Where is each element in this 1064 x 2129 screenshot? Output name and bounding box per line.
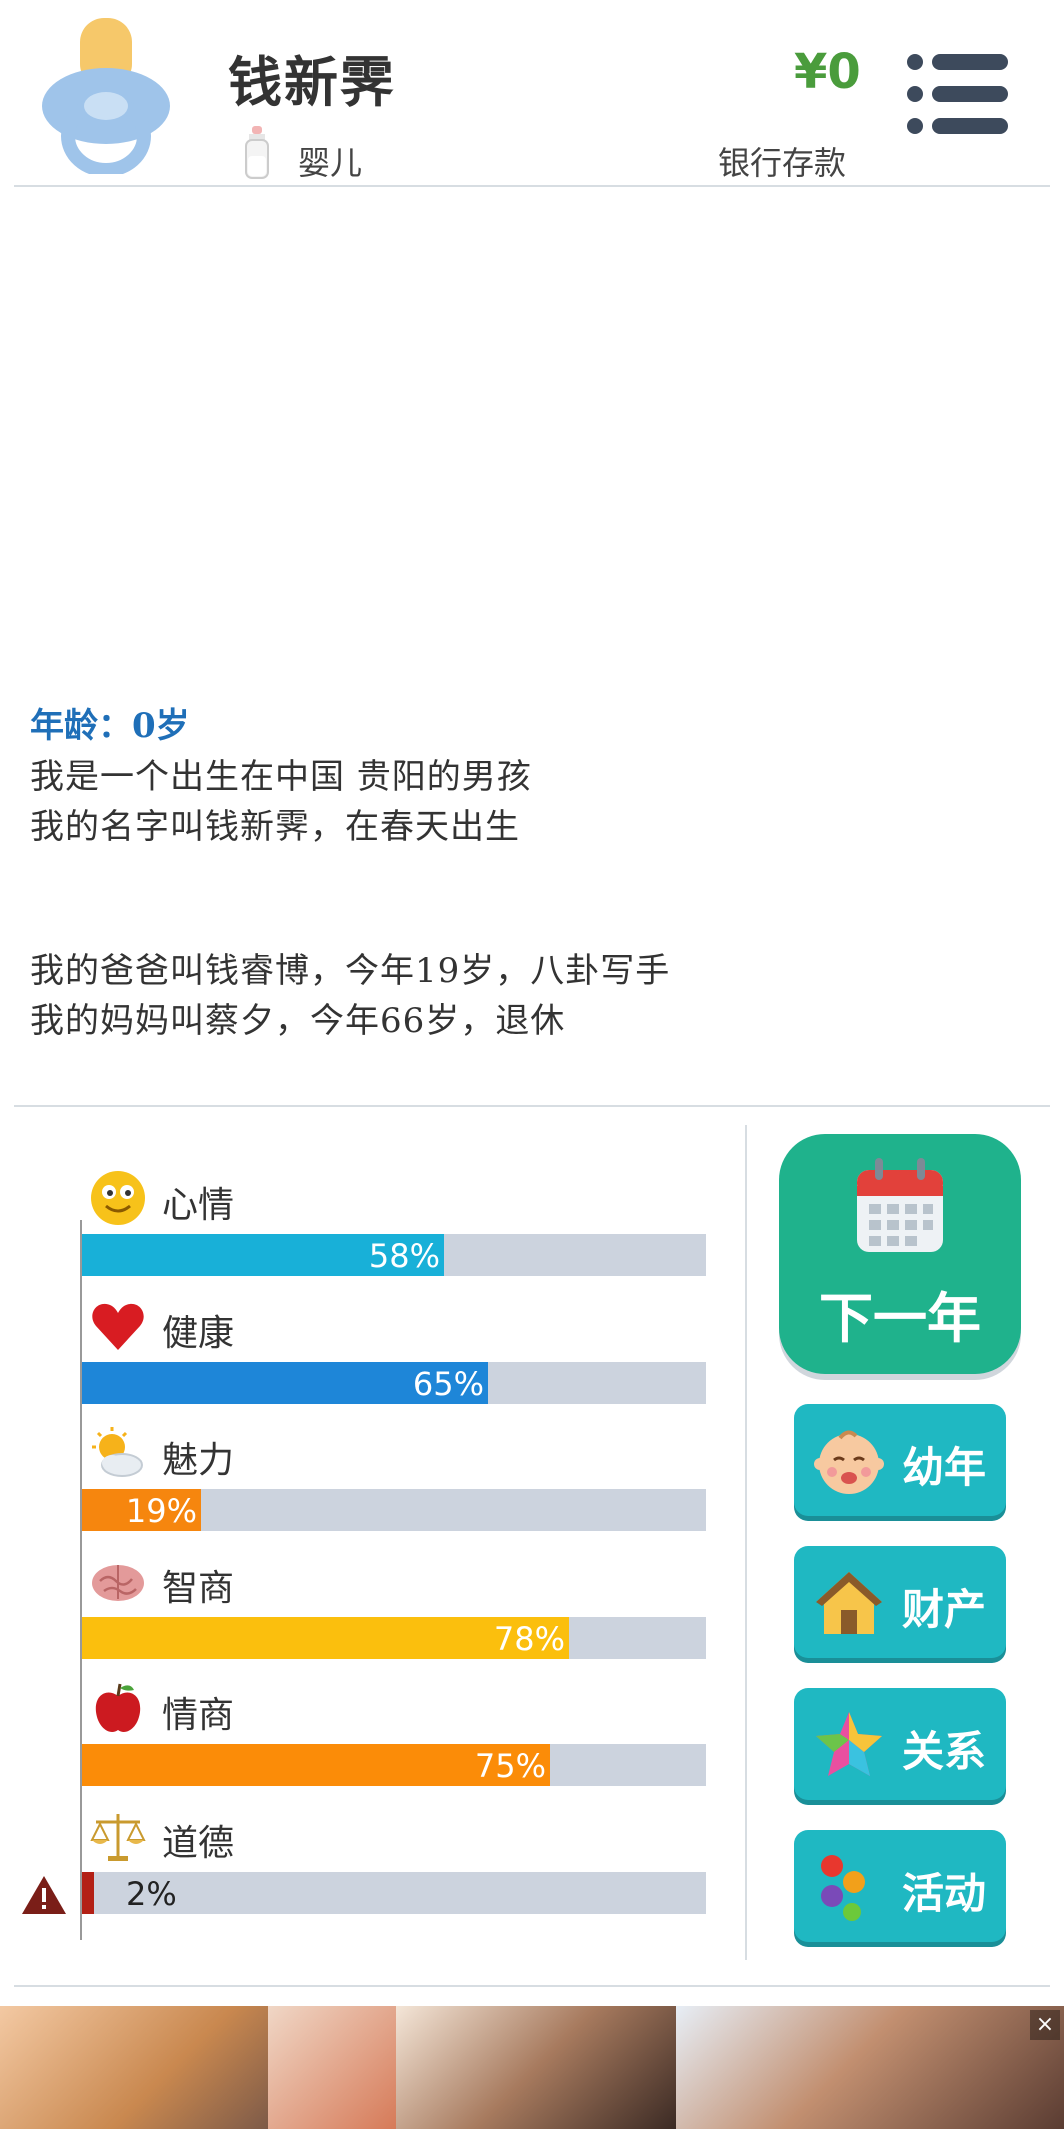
- story-line: 我的妈妈叫蔡夕，今年66岁，退休: [30, 1001, 566, 1041]
- stat-value-label: 75%: [474, 1747, 546, 1785]
- story-line: 我是一个出生在中国 贵阳的男孩: [30, 757, 532, 797]
- baby-bottle-icon: [245, 126, 269, 179]
- panel-divider: [745, 1125, 747, 1960]
- stat-label: 健康: [162, 1313, 235, 1354]
- stat-label: 智商: [162, 1568, 235, 1609]
- top-bar: 钱新霁 婴儿 ¥0 银行存款: [0, 0, 1064, 186]
- stat-bar-fill: [82, 1872, 94, 1914]
- warning-icon: [22, 1876, 66, 1914]
- activities-label: 活动: [902, 1869, 987, 1918]
- property-button[interactable]: 财产: [794, 1546, 1006, 1658]
- stat-bar-track: 78%: [82, 1617, 706, 1659]
- stat-label: 道德: [162, 1823, 235, 1864]
- stat-eq: 情商 75%: [80, 1680, 706, 1800]
- ad-close-icon[interactable]: ×: [1030, 2010, 1060, 2040]
- stat-bar-track: 58%: [82, 1234, 706, 1276]
- money-amount: ¥0: [794, 44, 861, 100]
- childhood-button[interactable]: 幼年: [794, 1404, 1006, 1516]
- ad-panel: [396, 2006, 676, 2129]
- stat-value-label: 2%: [126, 1875, 177, 1913]
- life-stage-label: 婴儿: [298, 144, 363, 182]
- stat-value-label: 58%: [368, 1237, 440, 1275]
- player-name: 钱新霁: [228, 51, 396, 114]
- stat-bar-track: 75%: [82, 1744, 706, 1786]
- heart-icon: [92, 1303, 144, 1350]
- apple-icon: [95, 1683, 141, 1732]
- stat-bar-track: 65%: [82, 1362, 706, 1404]
- header-divider: [14, 185, 1050, 187]
- stat-label: 情商: [162, 1695, 235, 1736]
- story-log: 年龄：0岁 我是一个出生在中国 贵阳的男孩 我的名字叫钱新霁，在春天出生 我的爸…: [30, 700, 1030, 1046]
- scales-icon: [90, 1814, 146, 1861]
- stat-value-label: 65%: [412, 1365, 484, 1403]
- next-year-label: 下一年: [819, 1287, 981, 1350]
- stat-label: 心情: [162, 1185, 235, 1226]
- footer-divider: [14, 1985, 1050, 1987]
- menu-icon[interactable]: [906, 52, 1010, 136]
- sun-cloud-icon: [92, 1427, 143, 1477]
- property-label: 财产: [902, 1585, 987, 1634]
- activities-button[interactable]: 活动: [794, 1830, 1006, 1942]
- bank-deposit-label: 银行存款: [718, 144, 847, 182]
- smiley-icon: [91, 1171, 145, 1225]
- relations-button[interactable]: 关系: [794, 1688, 1006, 1800]
- stat-health: 健康 65%: [80, 1298, 706, 1418]
- stat-bar-track: 2%: [82, 1872, 706, 1914]
- age-line: 年龄：0岁: [30, 706, 190, 746]
- star-icon: [816, 1712, 882, 1776]
- calendar-icon: [857, 1158, 943, 1252]
- story-line: 我的爸爸叫钱睿博，今年19岁，八卦写手: [30, 951, 671, 991]
- story-divider: [14, 1105, 1050, 1107]
- stat-value-label: 19%: [125, 1492, 197, 1530]
- ad-panel: [676, 2006, 1064, 2129]
- comic-ad-banner[interactable]: ×: [0, 2006, 1064, 2129]
- story-gap: [30, 852, 1030, 946]
- dots-icon: [821, 1855, 865, 1921]
- ad-panel: [0, 2006, 268, 2129]
- stat-label: 魅力: [162, 1440, 235, 1481]
- house-icon: [816, 1572, 882, 1634]
- stat-charm: 魅力 19%: [80, 1425, 706, 1545]
- childhood-label: 幼年: [902, 1443, 987, 1492]
- baby-icon: [814, 1430, 884, 1494]
- stat-morality: 道德 2%: [80, 1808, 706, 1928]
- stat-bar-track: 19%: [82, 1489, 706, 1531]
- stat-iq: 智商 78%: [80, 1553, 706, 1673]
- pacifier-avatar-icon: [42, 18, 170, 174]
- relations-label: 关系: [902, 1727, 987, 1776]
- stat-value-label: 78%: [493, 1620, 565, 1658]
- story-line: 我的名字叫钱新霁，在春天出生: [30, 807, 520, 847]
- stat-mood: 心情 58%: [80, 1170, 706, 1290]
- next-year-button[interactable]: 下一年: [779, 1134, 1021, 1374]
- brain-icon: [92, 1565, 144, 1601]
- ad-panel: [268, 2006, 396, 2129]
